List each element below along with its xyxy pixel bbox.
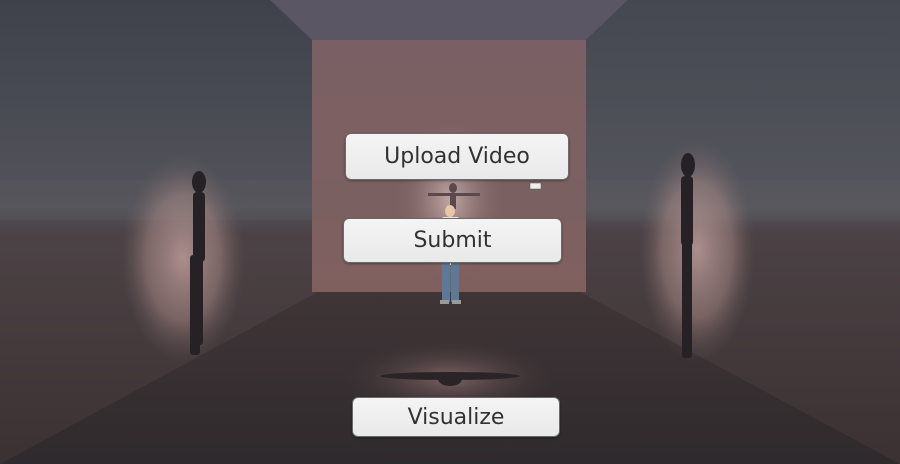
small-marker — [529, 182, 542, 190]
right-spotlight — [639, 138, 755, 362]
left-spotlight — [121, 154, 245, 362]
upload-video-button[interactable]: Upload Video — [345, 133, 569, 180]
ceiling — [270, 0, 628, 40]
submit-button[interactable]: Submit — [343, 218, 562, 263]
visualize-button[interactable]: Visualize — [352, 397, 560, 437]
